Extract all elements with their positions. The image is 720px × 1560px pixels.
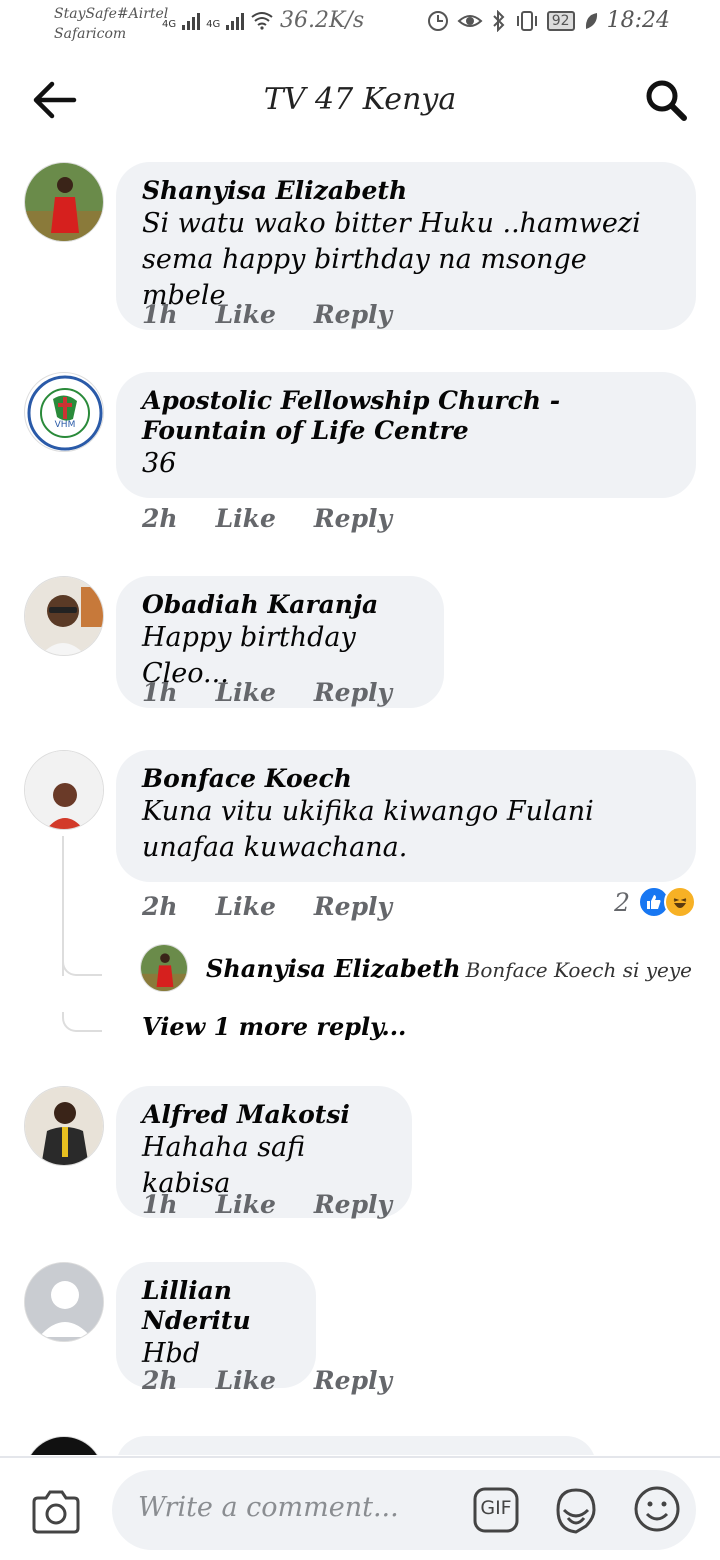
reply-button[interactable]: Reply [314, 678, 392, 707]
carrier-info: StaySafe#Airtel Safaricom [54, 4, 168, 44]
comment-item-partial [0, 1436, 720, 1455]
comment-input[interactable]: Write a comment... GIF [112, 1470, 696, 1550]
comment-author[interactable]: Bonface Koech [142, 764, 670, 794]
gif-label: GIF [480, 1497, 512, 1519]
comment-author[interactable]: Apostolic Fellowship Church - Fountain o… [142, 386, 670, 446]
avatar[interactable]: VHM [24, 372, 104, 452]
comment-item: Alfred Makotsi Hahaha safi kabisa 1h Lik… [0, 1086, 720, 1226]
comment-actions: 1h Like Reply [142, 300, 392, 329]
reply-preview: Shanyisa Elizabeth Bonface Koech si yeye… [206, 954, 696, 983]
haha-icon [664, 886, 696, 918]
top-app-bar: TV 47 Kenya [0, 60, 720, 140]
reply-button[interactable]: Reply [314, 300, 392, 329]
leaf-icon [585, 12, 597, 29]
network2-label: 4G [206, 19, 221, 30]
comment-item: Bonface Koech Kuna vitu ukifika kiwango … [0, 750, 720, 1070]
comment-time: 2h [142, 892, 178, 921]
comments-list: Shanyisa Elizabeth Si watu wako bitter H… [0, 140, 720, 1455]
comment-item: Obadiah Karanja Happy birthday Cleo... 1… [0, 576, 720, 716]
status-icons: 92 18:24 [427, 8, 670, 33]
gif-button[interactable]: GIF [472, 1486, 520, 1534]
comment-composer: Write a comment... GIF [0, 1456, 720, 1560]
avatar[interactable] [24, 162, 104, 242]
bluetooth-icon [493, 9, 505, 32]
signal1-icon [182, 12, 201, 30]
reaction-count: 2 [614, 887, 630, 917]
comment-author[interactable]: Obadiah Karanja [142, 590, 418, 620]
comment-actions: 2h Like Reply [142, 1366, 392, 1395]
default-avatar-icon [25, 1263, 103, 1341]
comment-item: Shanyisa Elizabeth Si watu wako bitter H… [0, 162, 720, 342]
like-button[interactable]: Like [216, 678, 276, 707]
avatar[interactable] [24, 1086, 104, 1166]
svg-text:VHM: VHM [55, 420, 76, 430]
emoji-button[interactable] [632, 1484, 682, 1534]
thread-connector [62, 836, 64, 976]
sticker-button[interactable] [550, 1484, 602, 1536]
wifi-icon [251, 12, 273, 30]
page-title: TV 47 Kenya [263, 82, 457, 117]
reply-button[interactable]: Reply [314, 1190, 392, 1219]
like-button[interactable]: Like [216, 1366, 276, 1395]
thread-branch [62, 1012, 102, 1032]
camera-button[interactable] [30, 1488, 82, 1536]
battery-level: 92 [546, 10, 575, 31]
reaction-summary[interactable]: 2 [614, 886, 696, 918]
carrier-line1: StaySafe#Airtel [54, 6, 169, 22]
clock: 18:24 [606, 8, 670, 33]
data-saver-icon [427, 10, 448, 31]
reply-button[interactable]: Reply [314, 1366, 392, 1395]
comment-text: Kuna vitu ukifika kiwango Fulani unafaa … [142, 796, 594, 863]
status-bar: StaySafe#Airtel Safaricom 4G 4G 36.2K/s … [0, 0, 720, 50]
emoji-icon [634, 1486, 680, 1532]
comment-text: 36 [142, 448, 177, 479]
comment-bubble[interactable]: Bonface Koech Kuna vitu ukifika kiwango … [116, 750, 696, 882]
like-button[interactable]: Like [216, 1190, 276, 1219]
reply-author[interactable]: Shanyisa Elizabeth [206, 954, 461, 983]
network-speed: 36.2K/s [280, 8, 365, 33]
comment-author[interactable]: Shanyisa Elizabeth [142, 176, 670, 206]
reply-text: Bonface Koech si yeye ni bi... [465, 958, 696, 982]
comment-actions: 1h Like Reply [142, 678, 392, 707]
comment-time: 2h [142, 504, 178, 533]
comment-time: 1h [142, 678, 178, 707]
comment-bubble[interactable]: Apostolic Fellowship Church - Fountain o… [116, 372, 696, 498]
view-more-replies-link[interactable]: View 1 more reply... [142, 1012, 406, 1041]
comment-actions: 2h Like Reply [142, 504, 392, 533]
reply-button[interactable]: Reply [314, 504, 392, 533]
thread-branch [62, 956, 102, 976]
comment-bubble[interactable] [116, 1436, 596, 1455]
avatar[interactable] [24, 1262, 104, 1342]
reply-button[interactable]: Reply [314, 892, 392, 921]
avatar[interactable] [24, 750, 104, 830]
camera-icon [32, 1490, 80, 1534]
network1-label: 4G [162, 19, 177, 30]
comment-author[interactable]: Alfred Makotsi [142, 1100, 386, 1130]
like-button[interactable]: Like [216, 892, 276, 921]
avatar[interactable] [24, 1436, 104, 1455]
comment-time: 1h [142, 300, 178, 329]
reply-item[interactable]: Shanyisa Elizabeth Bonface Koech si yeye… [140, 944, 700, 994]
sticker-icon [556, 1488, 596, 1534]
eye-icon [457, 14, 483, 27]
comment-text: Si watu wako bitter Huku ..hamwezi sema … [142, 208, 641, 311]
comment-item: VHM Apostolic Fellowship Church - Founta… [0, 372, 720, 552]
comment-time: 1h [142, 1190, 178, 1219]
comment-input-placeholder: Write a comment... [138, 1492, 399, 1523]
comment-author[interactable]: Lillian Nderitu [142, 1276, 290, 1336]
carrier-line2: Safaricom [54, 26, 127, 42]
search-icon [646, 80, 687, 121]
search-button[interactable] [642, 76, 690, 124]
vibrate-icon [516, 10, 537, 31]
comment-time: 2h [142, 1366, 178, 1395]
network-indicator: 4G 4G [162, 10, 274, 30]
comment-actions: 2h Like Reply [142, 892, 392, 921]
avatar[interactable] [24, 576, 104, 656]
reply-avatar[interactable] [140, 944, 188, 992]
like-button[interactable]: Like [216, 300, 276, 329]
comment-actions: 1h Like Reply [142, 1190, 392, 1219]
comment-item: Lillian Nderitu Hbd 2h Like Reply [0, 1262, 720, 1402]
like-button[interactable]: Like [216, 504, 276, 533]
signal2-icon [226, 12, 245, 30]
